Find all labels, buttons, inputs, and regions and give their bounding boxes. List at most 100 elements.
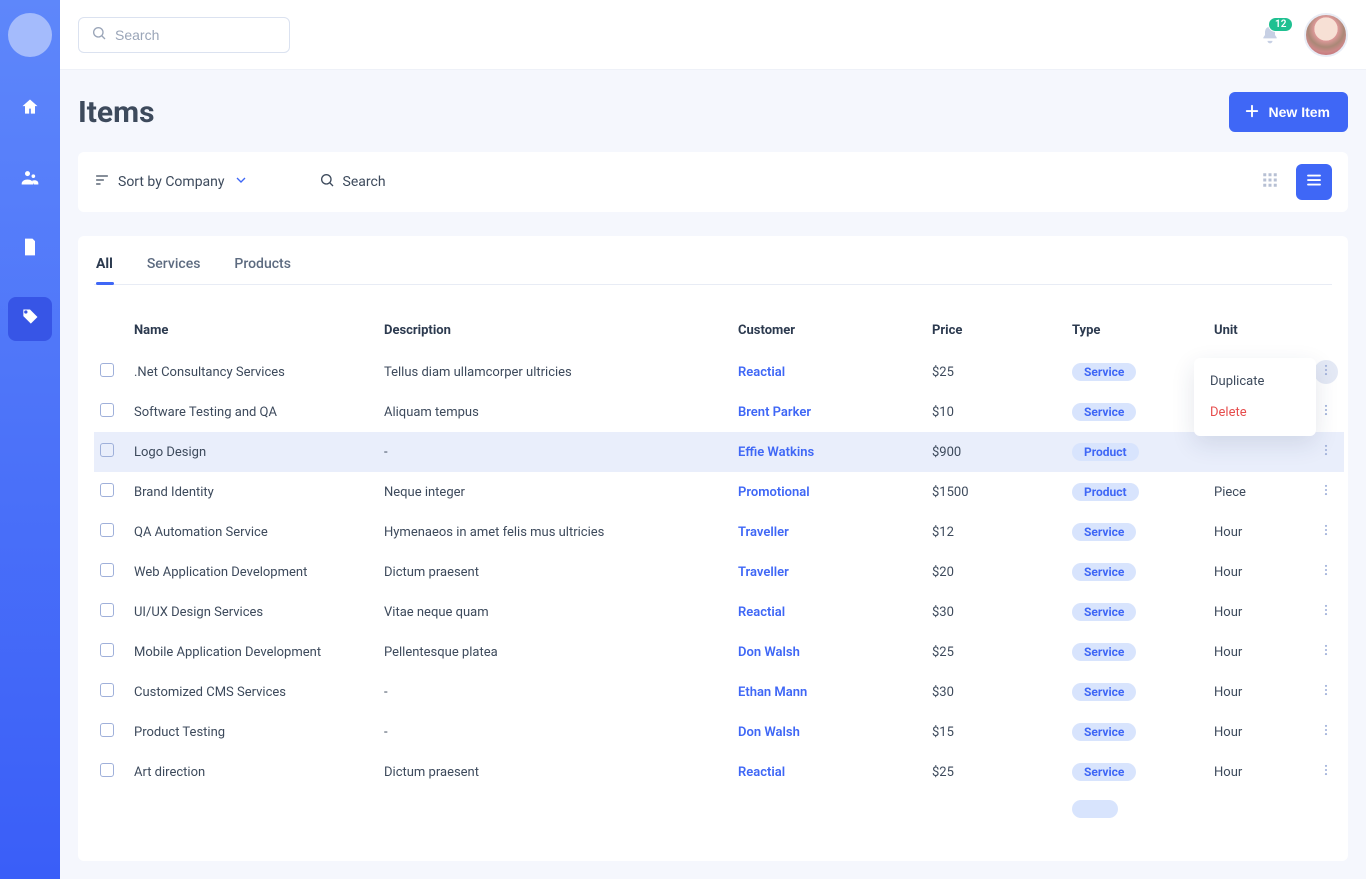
cell-description: Dictum praesent bbox=[378, 752, 732, 792]
table-row[interactable]: Software Testing and QAAliquam tempusBre… bbox=[94, 392, 1344, 432]
col-name[interactable]: Name bbox=[128, 315, 378, 352]
row-checkbox[interactable] bbox=[100, 763, 114, 777]
row-actions-button[interactable] bbox=[1314, 760, 1338, 784]
table-row[interactable]: Product Testing-Don Walsh$15ServiceHour bbox=[94, 712, 1344, 752]
dots-vertical-icon bbox=[1319, 443, 1333, 461]
table-row[interactable]: Web Application DevelopmentDictum praese… bbox=[94, 552, 1344, 592]
table-row[interactable]: Mobile Application DevelopmentPellentesq… bbox=[94, 632, 1344, 672]
filter-search-button[interactable]: Search bbox=[319, 172, 386, 192]
customer-link[interactable]: Traveller bbox=[738, 565, 789, 580]
tab-all[interactable]: All bbox=[96, 256, 113, 284]
type-badge: Service bbox=[1072, 523, 1136, 541]
dots-vertical-icon bbox=[1319, 603, 1333, 621]
col-unit[interactable]: Unit bbox=[1208, 315, 1304, 352]
sidebar-item-home[interactable] bbox=[8, 87, 52, 131]
customer-link[interactable]: Ethan Mann bbox=[738, 685, 807, 700]
cell-unit bbox=[1208, 432, 1304, 472]
col-type[interactable]: Type bbox=[1066, 315, 1208, 352]
row-actions-button[interactable] bbox=[1314, 560, 1338, 584]
tab-products[interactable]: Products bbox=[234, 256, 291, 284]
customer-link[interactable]: Reactial bbox=[738, 605, 785, 620]
list-view-toggle[interactable] bbox=[1296, 164, 1332, 200]
type-badge: Service bbox=[1072, 683, 1136, 701]
sort-button[interactable]: Sort by Company bbox=[94, 172, 249, 192]
cell-unit: Hour bbox=[1208, 512, 1304, 552]
cell-unit: Hour bbox=[1208, 552, 1304, 592]
customer-link[interactable]: Don Walsh bbox=[738, 725, 800, 740]
global-search-input[interactable] bbox=[115, 27, 296, 43]
table-row[interactable]: .Net Consultancy ServicesTellus diam ull… bbox=[94, 352, 1344, 392]
row-checkbox[interactable] bbox=[100, 483, 114, 497]
tab-services[interactable]: Services bbox=[147, 256, 201, 284]
sort-label: Sort by Company bbox=[118, 174, 225, 190]
row-checkbox[interactable] bbox=[100, 363, 114, 377]
row-actions-button[interactable] bbox=[1314, 480, 1338, 504]
global-search[interactable] bbox=[78, 17, 290, 53]
row-checkbox[interactable] bbox=[100, 563, 114, 577]
row-actions-button[interactable] bbox=[1314, 440, 1338, 464]
notifications-button[interactable]: 12 bbox=[1260, 25, 1280, 45]
page-header: Items New Item bbox=[78, 70, 1348, 152]
row-checkbox[interactable] bbox=[100, 723, 114, 737]
row-actions-button[interactable] bbox=[1314, 360, 1338, 384]
row-checkbox[interactable] bbox=[100, 523, 114, 537]
table-row[interactable]: QA Automation ServiceHymenaeos in amet f… bbox=[94, 512, 1344, 552]
cell-price: $20 bbox=[926, 552, 1066, 592]
user-avatar[interactable] bbox=[1304, 13, 1348, 57]
table-row[interactable]: Brand IdentityNeque integerPromotional$1… bbox=[94, 472, 1344, 512]
row-actions-button[interactable] bbox=[1314, 400, 1338, 424]
row-actions-button[interactable] bbox=[1314, 520, 1338, 544]
cell-description: Neque integer bbox=[378, 472, 732, 512]
table-row[interactable]: Logo Design-Effie Watkins$900Product bbox=[94, 432, 1344, 472]
col-customer[interactable]: Customer bbox=[732, 315, 926, 352]
cell-description: Tellus diam ullamcorper ultricies bbox=[378, 352, 732, 392]
new-item-button[interactable]: New Item bbox=[1229, 92, 1348, 132]
cell-description: - bbox=[378, 432, 732, 472]
row-actions-button[interactable] bbox=[1314, 720, 1338, 744]
row-actions-button[interactable] bbox=[1314, 680, 1338, 704]
table-row[interactable] bbox=[94, 792, 1344, 826]
sidebar-item-invoices[interactable] bbox=[8, 227, 52, 271]
customer-link[interactable]: Promotional bbox=[738, 485, 810, 500]
grid-view-toggle[interactable] bbox=[1252, 164, 1288, 200]
row-checkbox[interactable] bbox=[100, 603, 114, 617]
cell-description: Dictum praesent bbox=[378, 552, 732, 592]
customer-link[interactable]: Traveller bbox=[738, 525, 789, 540]
cell-description: - bbox=[378, 712, 732, 752]
menu-duplicate[interactable]: Duplicate bbox=[1194, 366, 1316, 397]
col-price[interactable]: Price bbox=[926, 315, 1066, 352]
list-icon bbox=[1305, 171, 1323, 193]
app-logo[interactable] bbox=[8, 13, 52, 57]
customer-link[interactable]: Don Walsh bbox=[738, 645, 800, 660]
row-checkbox[interactable] bbox=[100, 403, 114, 417]
cell-description bbox=[378, 792, 732, 826]
table-row[interactable]: Customized CMS Services-Ethan Mann$30Ser… bbox=[94, 672, 1344, 712]
menu-delete[interactable]: Delete bbox=[1194, 397, 1316, 428]
new-item-label: New Item bbox=[1269, 104, 1330, 120]
cell-price: $30 bbox=[926, 672, 1066, 712]
cell-name: Art direction bbox=[128, 752, 378, 792]
cell-unit: Hour bbox=[1208, 752, 1304, 792]
row-actions-button[interactable] bbox=[1314, 600, 1338, 624]
table-row[interactable]: Art directionDictum praesentReactial$25S… bbox=[94, 752, 1344, 792]
row-actions-button[interactable] bbox=[1314, 640, 1338, 664]
dots-vertical-icon bbox=[1319, 643, 1333, 661]
table-row[interactable]: UI/UX Design ServicesVitae neque quamRea… bbox=[94, 592, 1344, 632]
cell-price: $1500 bbox=[926, 472, 1066, 512]
customer-link[interactable]: Brent Parker bbox=[738, 405, 811, 420]
customer-link[interactable]: Effie Watkins bbox=[738, 445, 814, 460]
customer-link[interactable]: Reactial bbox=[738, 365, 785, 380]
sidebar-item-items[interactable] bbox=[8, 297, 52, 341]
col-description[interactable]: Description bbox=[378, 315, 732, 352]
people-icon bbox=[20, 167, 40, 191]
cell-name: Software Testing and QA bbox=[128, 392, 378, 432]
cell-unit: Hour bbox=[1208, 592, 1304, 632]
cell-price bbox=[926, 792, 1066, 826]
customer-link[interactable]: Reactial bbox=[738, 765, 785, 780]
row-checkbox[interactable] bbox=[100, 683, 114, 697]
cell-price: $15 bbox=[926, 712, 1066, 752]
row-checkbox[interactable] bbox=[100, 643, 114, 657]
row-checkbox[interactable] bbox=[100, 443, 114, 457]
cell-description: Pellentesque platea bbox=[378, 632, 732, 672]
sidebar-item-customers[interactable] bbox=[8, 157, 52, 201]
